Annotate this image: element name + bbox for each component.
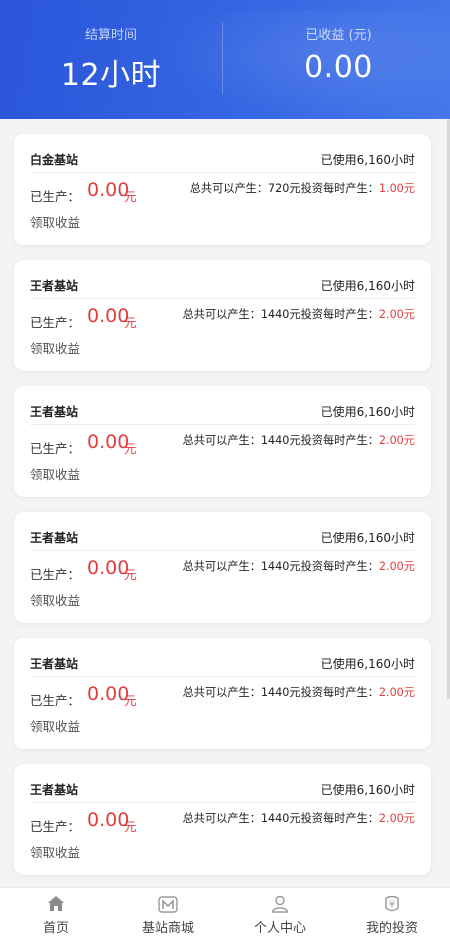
hours-used: 已使用6,160小时 [320,783,415,797]
hourly-rate: 2.00元 [378,812,415,825]
station-name: 王者基站 [30,657,79,671]
tab-profile-label: 个人中心 [253,921,306,936]
card-divider [30,424,415,425]
earned-value: 0.00 [304,50,373,85]
produced-unit: 元 [124,441,137,456]
station-card: 白金基站 已使用6,160小时 已生产： 0.00 元 总共可以产生：720元投… [14,134,431,245]
produced-unit: 元 [124,567,137,582]
station-card: 王者基站 已使用6,160小时 已生产： 0.00 元 总共可以产生：1440元… [14,638,431,749]
hourly-rate: 2.00元 [378,308,415,321]
total-output: 总共可以产生：1440元投资每时产生：2.00元 [183,306,415,322]
bottom-tab-bar: 首页 基站商城 个人中心 ¥ 我的投资 [0,887,450,937]
station-card: 王者基站 已使用6,160小时 已生产： 0.00 元 总共可以产生：1440元… [14,260,431,371]
total-output-text: 总共可以产生：1440元投资每时产生： [182,308,379,321]
tab-store[interactable]: 基站商城 [112,888,224,937]
hourly-rate: 2.00元 [378,686,415,699]
claim-earnings-button[interactable]: 领取收益 [30,212,80,231]
tab-investment-label: 我的投资 [365,921,418,936]
store-icon [112,894,224,916]
tab-profile[interactable]: 个人中心 [224,888,336,937]
produced-label: 已生产： [30,819,81,834]
total-output: 总共可以产生：720元投资每时产生：1.00元 [190,180,415,196]
produced-unit: 元 [124,693,137,708]
station-card: 王者基站 已使用6,160小时 已生产： 0.00 元 总共可以产生：1440元… [14,764,431,875]
total-output-text: 总共可以产生：1440元投资每时产生： [182,686,379,699]
total-output-text: 总共可以产生：1440元投资每时产生： [182,812,379,825]
settle-time-value: 12小时 [60,58,162,93]
total-output: 总共可以产生：1440元投资每时产生：2.00元 [183,558,415,574]
produced-unit: 元 [124,189,137,204]
total-output: 总共可以产生：1440元投资每时产生：2.00元 [183,432,415,448]
station-name: 白金基站 [30,153,79,167]
card-divider [30,550,415,551]
earnings-header: 结算时间 12小时 已收益 (元) 0.00 [0,0,450,119]
hours-used: 已使用6,160小时 [320,531,415,545]
total-output-text: 总共可以产生：1440元投资每时产生： [182,560,379,573]
station-card: 王者基站 已使用6,160小时 已生产： 0.00 元 总共可以产生：1440元… [14,512,431,623]
claim-earnings-button[interactable]: 领取收益 [30,590,80,609]
produced-value: 0.00 [87,683,130,705]
produced-label: 已生产： [30,567,81,582]
hourly-rate: 2.00元 [378,560,415,573]
station-name: 王者基站 [30,279,79,293]
settle-time-label: 结算时间 [84,28,137,43]
claim-earnings-button[interactable]: 领取收益 [30,716,80,735]
user-icon [224,894,336,916]
produced-value: 0.00 [87,179,130,201]
svg-text:¥: ¥ [389,900,395,910]
station-name: 王者基站 [30,783,79,797]
hours-used: 已使用6,160小时 [320,657,415,671]
claim-earnings-button[interactable]: 领取收益 [30,464,80,483]
produced-label: 已生产： [30,441,81,456]
produced-unit: 元 [124,819,137,834]
card-divider [30,172,415,173]
card-divider [30,298,415,299]
produced-unit: 元 [124,315,137,330]
hours-used: 已使用6,160小时 [320,405,415,419]
produced-value: 0.00 [87,809,130,831]
hours-used: 已使用6,160小时 [320,153,415,167]
card-divider [30,802,415,803]
header-divider [222,22,223,94]
tab-home[interactable]: 首页 [0,888,112,937]
hourly-rate: 2.00元 [378,434,415,447]
claim-earnings-button[interactable]: 领取收益 [30,842,80,861]
produced-label: 已生产： [30,693,81,708]
produced-label: 已生产： [30,189,81,204]
card-divider [30,676,415,677]
claim-earnings-button[interactable]: 领取收益 [30,338,80,357]
station-name: 王者基站 [30,405,79,419]
tab-home-label: 首页 [42,921,69,936]
produced-value: 0.00 [87,557,130,579]
tab-store-label: 基站商城 [141,921,194,936]
produced-label: 已生产： [30,315,81,330]
home-icon [0,894,112,916]
total-output: 总共可以产生：1440元投资每时产生：2.00元 [183,684,415,700]
produced-value: 0.00 [87,431,130,453]
total-output-text: 总共可以产生：1440元投资每时产生： [182,434,379,447]
total-output: 总共可以产生：1440元投资每时产生：2.00元 [183,810,415,826]
earned-label: 已收益 (元) [305,28,372,43]
total-output-text: 总共可以产生：720元投资每时产生： [189,182,379,195]
hourly-rate: 1.00元 [378,182,415,195]
station-card: 王者基站 已使用6,160小时 已生产： 0.00 元 总共可以产生：1440元… [14,386,431,497]
investment-icon: ¥ [336,894,448,916]
tab-investment[interactable]: ¥ 我的投资 [336,888,448,937]
hours-used: 已使用6,160小时 [320,279,415,293]
produced-value: 0.00 [87,305,130,327]
station-name: 王者基站 [30,531,79,545]
